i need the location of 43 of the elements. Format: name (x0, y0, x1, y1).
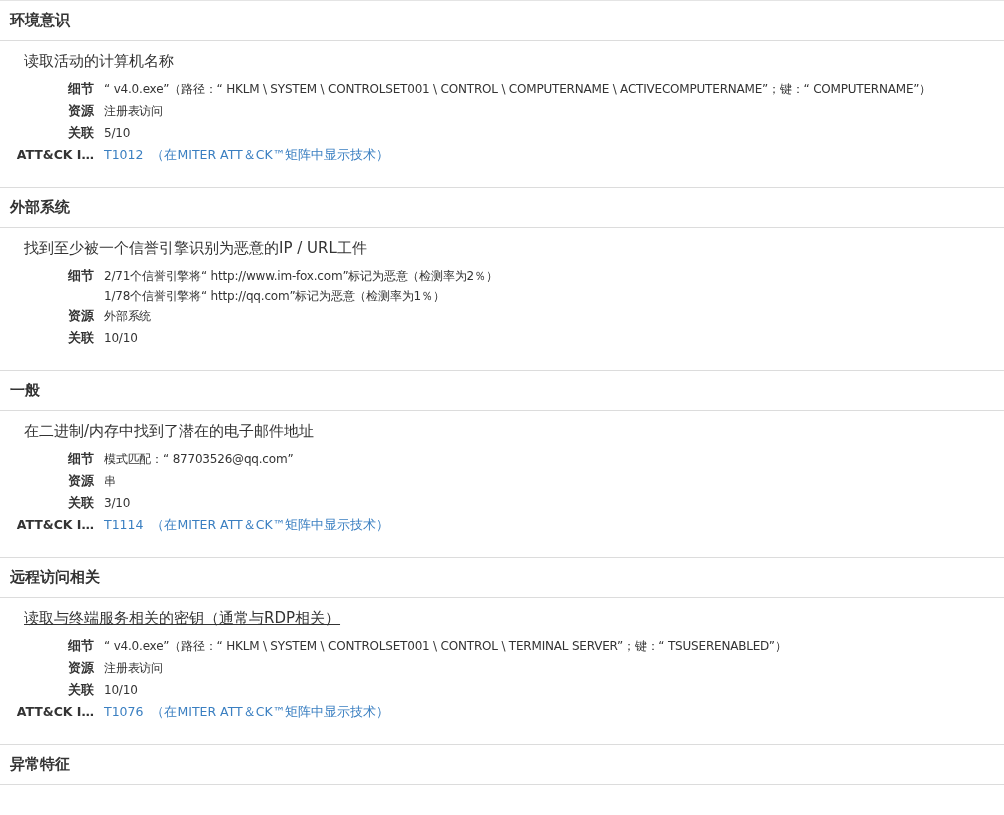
section-title: 远程访问相关 (10, 568, 100, 587)
field-label: 资源 (67, 307, 94, 325)
field-label: ATT&CK I… (15, 516, 94, 534)
field-value: 外部系统 (104, 308, 152, 325)
field-label: ATT&CK I… (15, 146, 94, 164)
field-value: 10/10 (104, 330, 138, 347)
field-value: “ v4.0.exe”（路径：“ HKLM \ SYSTEM \ CONTROLSET001 \ CONTROL \ COMPUTERNAME \ ACTIVECOMPUTERNAME”；键：“ COMPUTERNAME”） (104, 81, 932, 98)
technique-id-link[interactable]: T1114 (104, 515, 144, 535)
field-value: 模式匹配：“ 87703526@qq.com” (104, 451, 294, 468)
field-value: 1/78个信誉引擎将“ http://qq.com”标记为恶意（检测率为1％） (104, 288, 446, 305)
field-label: 细节 (67, 637, 94, 655)
indicator-title[interactable]: 在二进制/内存中找到了潜在的电子邮件地址 (24, 422, 315, 441)
matrix-link[interactable]: （在MITER ATT＆CK™矩阵中显示技术） (151, 702, 390, 722)
field-label: 关联 (67, 124, 94, 142)
field-value: 3/10 (104, 495, 131, 512)
field-value: 5/10 (104, 125, 131, 142)
matrix-link[interactable]: （在MITER ATT＆CK™矩阵中显示技术） (151, 515, 390, 535)
field-value: 10/10 (104, 682, 138, 699)
field-label: 资源 (67, 659, 94, 677)
field-value: 串 (104, 473, 116, 490)
field-label: 关联 (67, 329, 94, 347)
section-title: 异常特征 (10, 755, 70, 774)
indicator-title[interactable]: 读取活动的计算机名称 (24, 52, 174, 71)
field-label: 细节 (67, 267, 94, 285)
field-label: 资源 (67, 102, 94, 120)
matrix-link[interactable]: （在MITER ATT＆CK™矩阵中显示技术） (151, 145, 390, 165)
technique-id-link[interactable]: T1012 (104, 145, 144, 165)
field-value: 注册表访问 (104, 103, 163, 120)
field-label: 细节 (67, 80, 94, 98)
field-label: 关联 (67, 681, 94, 699)
technique-id-link[interactable]: T1076 (104, 702, 144, 722)
field-label: 细节 (67, 450, 94, 468)
section-title: 环境意识 (10, 11, 70, 30)
field-label: 资源 (67, 472, 94, 490)
field-label: 关联 (67, 494, 94, 512)
indicator-title[interactable]: 读取与终端服务相关的密钥（通常与RDP相关） (24, 609, 341, 628)
field-value: 注册表访问 (104, 660, 163, 677)
field-value: “ v4.0.exe”（路径：“ HKLM \ SYSTEM \ CONTROLSET001 \ CONTROL \ TERMINAL SERVER”；键：“ TSUSERENABLED”） (104, 638, 787, 655)
field-value: 2/71个信誉引擎将“ http://www.im-fox.com”标记为恶意（检测率为2％） (104, 268, 498, 285)
section-title: 外部系统 (10, 198, 70, 217)
indicator-title[interactable]: 找到至少被一个信誉引擎识别为恶意的IP / URL工件 (24, 239, 367, 258)
field-label: ATT&CK I… (15, 703, 94, 721)
section-title: 一般 (10, 381, 40, 400)
